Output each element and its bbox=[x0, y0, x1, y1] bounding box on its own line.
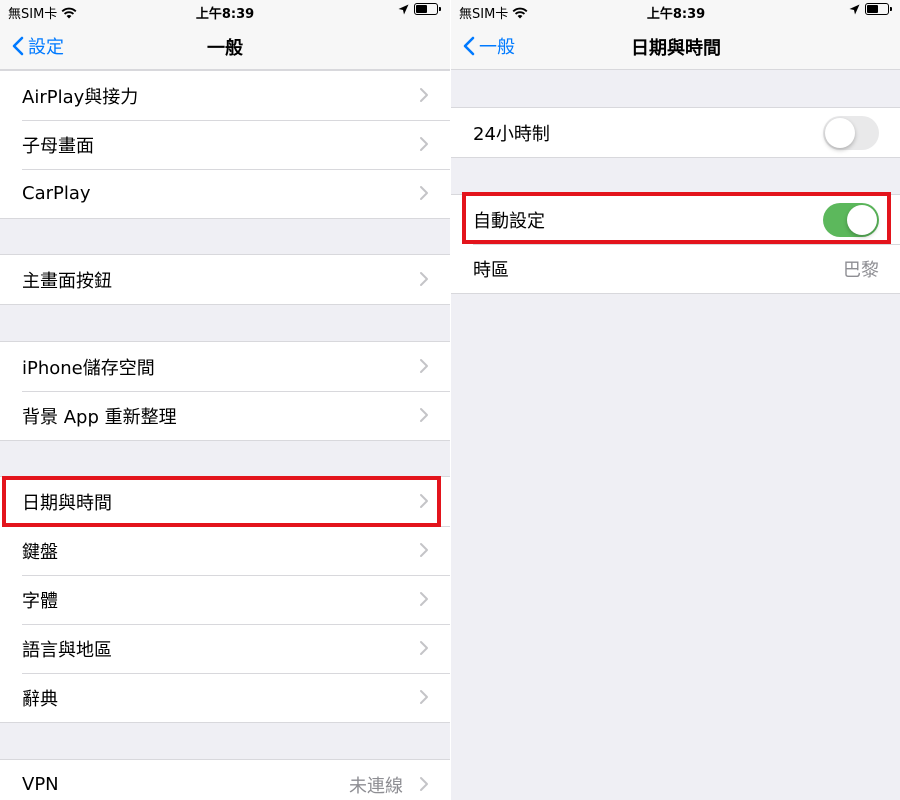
chevron-right-icon bbox=[420, 777, 428, 791]
row-label: 日期與時間 bbox=[22, 492, 112, 514]
keyboard-row[interactable]: 鍵盤 bbox=[0, 526, 450, 575]
set-automatically-toggle[interactable] bbox=[823, 203, 879, 237]
chevron-right-icon bbox=[420, 641, 428, 655]
date-time-screen: 無SIM卡 上午8:39 一般 日期與時間 24小時制 自動設定 時區 巴黎 bbox=[450, 0, 900, 800]
vpn-row[interactable]: VPN 未連線 bbox=[0, 760, 450, 800]
row-label: 字體 bbox=[22, 590, 58, 612]
row-label: 自動設定 bbox=[473, 210, 545, 232]
settings-group-2: 主畫面按鈕 bbox=[0, 254, 450, 305]
page-title: 一般 bbox=[207, 38, 243, 59]
auto-time-group: 自動設定 時區 巴黎 bbox=[451, 194, 900, 294]
battery-level bbox=[416, 5, 427, 13]
row-label: 背景 App 重新整理 bbox=[22, 406, 177, 428]
chevron-right-icon bbox=[420, 137, 428, 151]
row-label: 子母畫面 bbox=[22, 135, 94, 157]
toggle-knob bbox=[825, 118, 855, 148]
battery-level bbox=[867, 5, 878, 13]
settings-group-3: iPhone儲存空間 背景 App 重新整理 bbox=[0, 341, 450, 441]
24-hour-time-toggle[interactable] bbox=[823, 116, 879, 150]
clock-format-group: 24小時制 bbox=[451, 107, 900, 158]
iphone-storage-row[interactable]: iPhone儲存空間 bbox=[0, 342, 450, 391]
background-app-refresh-row[interactable]: 背景 App 重新整理 bbox=[0, 391, 450, 440]
chevron-right-icon bbox=[420, 543, 428, 557]
status-time: 上午8:39 bbox=[646, 7, 706, 22]
row-label: iPhone儲存空間 bbox=[22, 357, 155, 379]
chevron-right-icon bbox=[420, 494, 428, 508]
toggle-knob bbox=[847, 205, 877, 235]
settings-group-5: VPN 未連線 bbox=[0, 759, 450, 800]
general-settings-screen: 無SIM卡 上午8:39 設定 一般 AirPlay與接力 子母畫面 CarPl… bbox=[0, 0, 450, 800]
airplay-handoff-row[interactable]: AirPlay與接力 bbox=[0, 71, 450, 120]
settings-group-4: 日期與時間 鍵盤 字體 語言與地區 辭典 bbox=[0, 476, 450, 723]
navigation-bar: 設定 一般 bbox=[0, 22, 450, 70]
status-bar: 無SIM卡 上午8:39 bbox=[0, 0, 450, 22]
navigation-bar: 一般 日期與時間 bbox=[451, 22, 900, 70]
fonts-row[interactable]: 字體 bbox=[0, 575, 450, 624]
chevron-right-icon bbox=[420, 359, 428, 373]
24-hour-time-row: 24小時制 bbox=[451, 108, 900, 157]
dictionary-row[interactable]: 辭典 bbox=[0, 673, 450, 722]
time-zone-row[interactable]: 時區 巴黎 bbox=[451, 244, 900, 293]
chevron-right-icon bbox=[420, 88, 428, 102]
carplay-row[interactable]: CarPlay bbox=[0, 169, 450, 218]
date-time-row[interactable]: 日期與時間 bbox=[0, 477, 450, 526]
chevron-right-icon bbox=[420, 592, 428, 606]
language-region-row[interactable]: 語言與地區 bbox=[0, 624, 450, 673]
row-label: VPN bbox=[22, 774, 59, 795]
row-label: CarPlay bbox=[22, 183, 91, 204]
row-label: 辭典 bbox=[22, 688, 58, 710]
chevron-right-icon bbox=[420, 690, 428, 704]
row-label: 時區 bbox=[473, 259, 509, 281]
battery-icon bbox=[865, 3, 892, 15]
time-zone-value: 巴黎 bbox=[843, 259, 879, 281]
chevron-right-icon bbox=[420, 408, 428, 422]
set-automatically-row: 自動設定 bbox=[451, 195, 900, 244]
page-title: 日期與時間 bbox=[631, 38, 721, 59]
location-arrow-icon bbox=[398, 4, 409, 14]
location-arrow-icon bbox=[849, 4, 860, 14]
settings-group-1: AirPlay與接力 子母畫面 CarPlay bbox=[0, 70, 450, 219]
battery-icon bbox=[414, 3, 441, 15]
status-time: 上午8:39 bbox=[195, 7, 255, 22]
home-button-row[interactable]: 主畫面按鈕 bbox=[0, 255, 450, 304]
vpn-status-value: 未連線 bbox=[349, 775, 403, 797]
row-label: 鍵盤 bbox=[22, 541, 58, 563]
row-label: 主畫面按鈕 bbox=[22, 270, 112, 292]
picture-in-picture-row[interactable]: 子母畫面 bbox=[0, 120, 450, 169]
row-label: AirPlay與接力 bbox=[22, 86, 139, 108]
row-label: 語言與地區 bbox=[22, 639, 112, 661]
status-bar: 無SIM卡 上午8:39 bbox=[451, 0, 900, 22]
row-label: 24小時制 bbox=[473, 123, 550, 145]
chevron-right-icon bbox=[420, 186, 428, 200]
chevron-right-icon bbox=[420, 272, 428, 286]
